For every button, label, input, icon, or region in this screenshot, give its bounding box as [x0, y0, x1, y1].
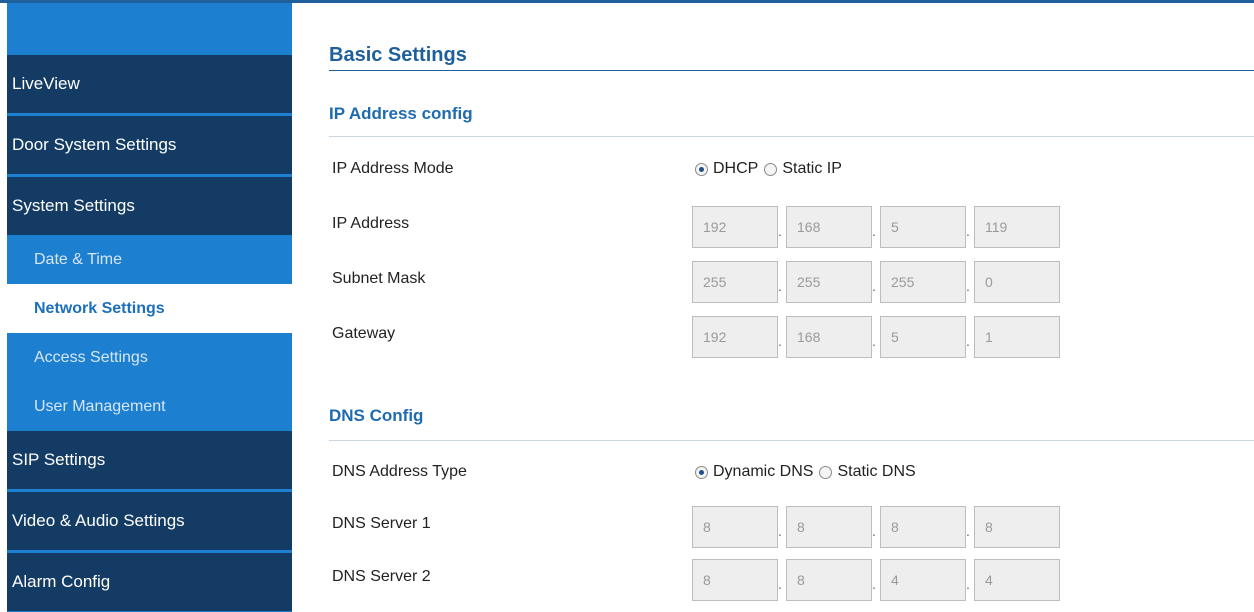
row-dns-server-2: DNS Server 2 8 . 8 . 4 . 4 [329, 559, 1254, 601]
octet-separator: . [966, 316, 974, 358]
ip-address-octet-3[interactable]: 5 [880, 206, 966, 248]
octet-separator: . [966, 506, 974, 548]
dns-type-radio-group: Dynamic DNS Static DNS [695, 454, 922, 490]
dns-server-1-label: DNS Server 1 [332, 515, 431, 532]
section-divider-dns [329, 440, 1254, 441]
separator-dot: . [778, 576, 782, 592]
sidebar-item-liveview[interactable]: LiveView [7, 55, 292, 113]
gateway-octet-2[interactable]: 168 [786, 316, 872, 358]
section-divider-ip [329, 136, 1254, 137]
title-divider [329, 70, 1254, 71]
separator-dot: . [966, 523, 970, 539]
ip-address-octet-4[interactable]: 119 [974, 206, 1060, 248]
sidebar-header [7, 3, 292, 55]
dns-server-1-octet-2[interactable]: 8 [786, 506, 872, 548]
sidebar-item-video-audio-settings[interactable]: Video & Audio Settings [7, 492, 292, 550]
ip-mode-radio-group: DHCP Static IP [695, 151, 848, 187]
separator-dot: . [872, 333, 876, 349]
sidebar-subitem-date-time[interactable]: Date & Time [7, 235, 292, 284]
dns-server-1-octet-4[interactable]: 8 [974, 506, 1060, 548]
static-dns-radio[interactable] [819, 465, 833, 479]
octet-separator: . [778, 316, 786, 358]
sidebar-subitem-user-management[interactable]: User Management [7, 382, 292, 431]
dynamic-dns-radio[interactable] [695, 465, 708, 479]
gateway-octet-1[interactable]: 192 [692, 316, 778, 358]
subnet-mask-octet-1[interactable]: 255 [692, 261, 778, 303]
separator-dot: . [872, 223, 876, 239]
separator-dot: . [778, 223, 782, 239]
sidebar-nav: LiveView Door System Settings System Set… [7, 3, 292, 612]
octet-separator: . [872, 206, 880, 248]
dns-server-2-octet-2[interactable]: 8 [786, 559, 872, 601]
octet-separator: . [966, 261, 974, 303]
ip-address-fields: 192 . 168 . 5 . 119 [692, 206, 1060, 248]
ip-address-label: IP Address [332, 215, 410, 232]
octet-separator: . [778, 506, 786, 548]
section-title-ip-config: IP Address config [329, 104, 473, 123]
sidebar-item-door-system-settings[interactable]: Door System Settings [7, 116, 292, 174]
sidebar-item-sip-settings[interactable]: SIP Settings [7, 431, 292, 489]
dhcp-radio[interactable] [695, 162, 708, 176]
separator-dot: . [872, 576, 876, 592]
sidebar-item-alarm-config[interactable]: Alarm Config [7, 553, 292, 611]
octet-separator: . [872, 559, 880, 601]
subnet-mask-label: Subnet Mask [332, 270, 426, 287]
dhcp-radio-label[interactable]: DHCP [713, 160, 758, 178]
separator-dot: . [778, 278, 782, 294]
octet-separator: . [872, 261, 880, 303]
row-ip-address: IP Address 192 . 168 . 5 . 119 [329, 206, 1254, 248]
subnet-mask-octet-2[interactable]: 255 [786, 261, 872, 303]
section-title-dns-config: DNS Config [329, 406, 424, 425]
separator-dot: . [966, 333, 970, 349]
separator-dot: . [872, 278, 876, 294]
dns-server-2-octet-4[interactable]: 4 [974, 559, 1060, 601]
row-subnet-mask: Subnet Mask 255 . 255 . 255 . 0 [329, 261, 1254, 303]
separator-dot: . [778, 333, 782, 349]
sidebar-subitem-network-settings[interactable]: Network Settings [7, 284, 292, 333]
row-dns-address-type: DNS Address Type Dynamic DNS Static DNS [329, 454, 1254, 490]
subnet-mask-octet-3[interactable]: 255 [880, 261, 966, 303]
octet-separator: . [778, 559, 786, 601]
static-ip-radio-label[interactable]: Static IP [782, 160, 842, 178]
ip-address-octet-2[interactable]: 168 [786, 206, 872, 248]
row-dns-server-1: DNS Server 1 8 . 8 . 8 . 8 [329, 506, 1254, 548]
page-title: Basic Settings [329, 44, 467, 66]
sidebar-item-system-settings[interactable]: System Settings [7, 177, 292, 235]
dns-server-2-fields: 8 . 8 . 4 . 4 [692, 559, 1060, 601]
octet-separator: . [778, 206, 786, 248]
separator-dot: . [966, 223, 970, 239]
dns-server-1-octet-3[interactable]: 8 [880, 506, 966, 548]
sidebar-subitem-access-settings[interactable]: Access Settings [7, 333, 292, 382]
dns-server-2-label: DNS Server 2 [332, 568, 431, 585]
dynamic-dns-radio-label[interactable]: Dynamic DNS [713, 463, 813, 481]
gateway-label: Gateway [332, 325, 396, 342]
gateway-octet-4[interactable]: 1 [974, 316, 1060, 358]
ip-address-octet-1[interactable]: 192 [692, 206, 778, 248]
separator-dot: . [966, 576, 970, 592]
dns-server-2-octet-1[interactable]: 8 [692, 559, 778, 601]
subnet-mask-fields: 255 . 255 . 255 . 0 [692, 261, 1060, 303]
dns-type-label: DNS Address Type [332, 463, 467, 480]
separator-dot: . [872, 523, 876, 539]
row-ip-address-mode: IP Address Mode DHCP Static IP [329, 151, 1254, 187]
dns-server-1-fields: 8 . 8 . 8 . 8 [692, 506, 1060, 548]
dns-server-2-octet-3[interactable]: 4 [880, 559, 966, 601]
octet-separator: . [966, 206, 974, 248]
separator-dot: . [778, 523, 782, 539]
main-content: Basic Settings IP Address config IP Addr… [329, 0, 1254, 612]
dns-server-1-octet-1[interactable]: 8 [692, 506, 778, 548]
octet-separator: . [966, 559, 974, 601]
row-gateway: Gateway 192 . 168 . 5 . 1 [329, 316, 1254, 358]
subnet-mask-octet-4[interactable]: 0 [974, 261, 1060, 303]
octet-separator: . [872, 316, 880, 358]
gateway-fields: 192 . 168 . 5 . 1 [692, 316, 1060, 358]
static-dns-radio-label[interactable]: Static DNS [837, 463, 915, 481]
ip-mode-label: IP Address Mode [332, 160, 454, 177]
separator-dot: . [966, 278, 970, 294]
octet-separator: . [778, 261, 786, 303]
static-ip-radio[interactable] [764, 162, 778, 176]
octet-separator: . [872, 506, 880, 548]
gateway-octet-3[interactable]: 5 [880, 316, 966, 358]
